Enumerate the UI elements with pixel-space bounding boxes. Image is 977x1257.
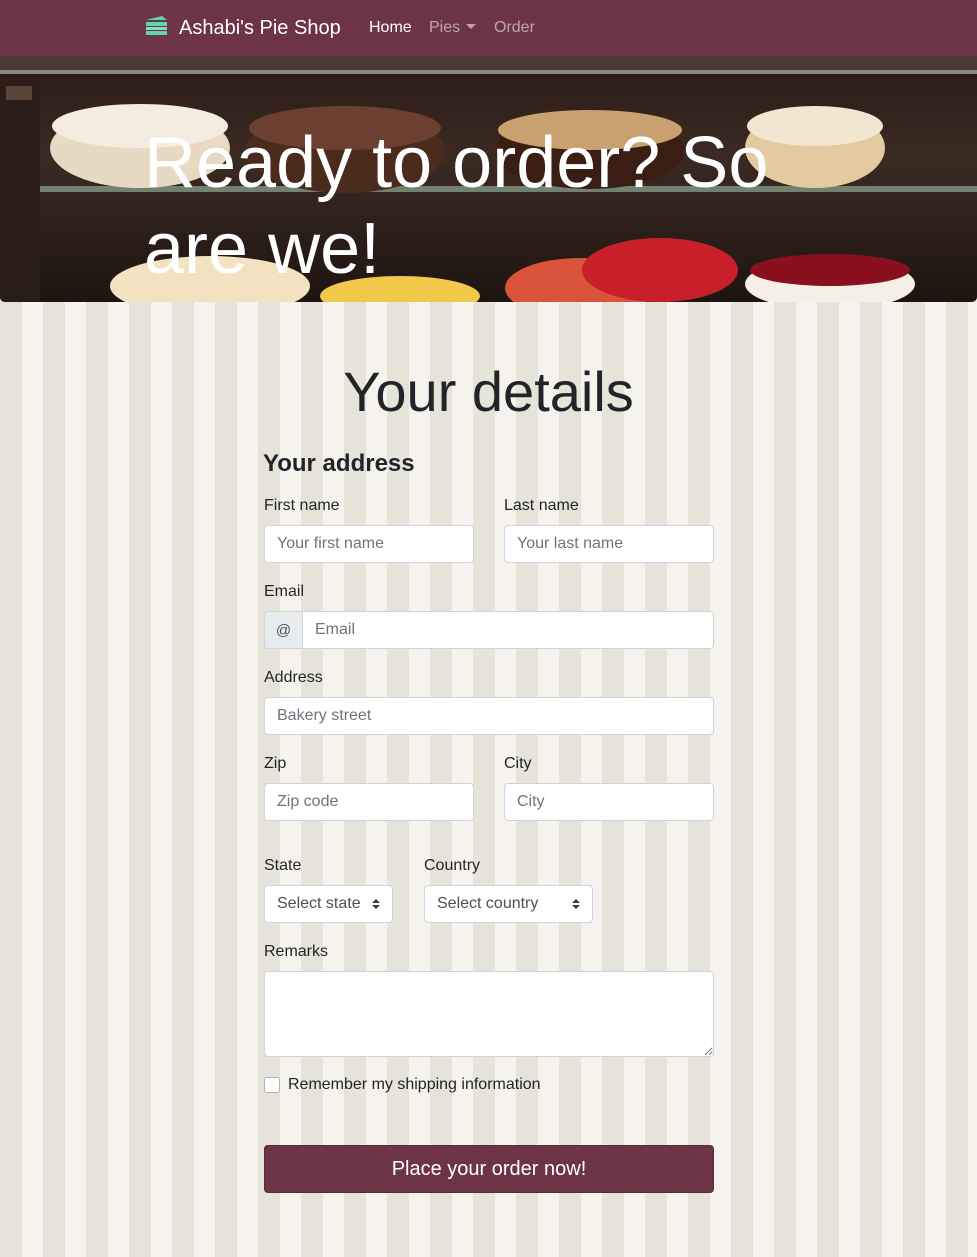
brand-link[interactable]: Ashabi's Pie Shop (144, 14, 341, 42)
country-label: Country (424, 857, 481, 874)
state-label: State (264, 857, 302, 874)
zip-label: Zip (264, 755, 287, 772)
navbar: Ashabi's Pie Shop Home Pies Order (0, 0, 977, 56)
remarks-textarea[interactable] (264, 971, 714, 1057)
email-input-group: @ (264, 611, 714, 649)
place-order-button[interactable]: Place your order now! (264, 1145, 714, 1193)
first-name-label: First name (264, 497, 340, 514)
nav-pies-label: Pies (429, 19, 461, 36)
first-name-input[interactable] (264, 525, 474, 563)
address-input[interactable] (264, 697, 714, 735)
hero-banner: Ready to order? So are we! (0, 56, 977, 302)
select-arrows-icon (372, 899, 380, 909)
country-select-value: Select country (437, 895, 539, 912)
nav-home[interactable]: Home (369, 18, 412, 38)
nav-pies-dropdown[interactable]: Pies (429, 18, 477, 38)
cake-icon (144, 14, 169, 42)
zip-input[interactable] (264, 783, 474, 821)
city-label: City (504, 755, 532, 772)
nav-order[interactable]: Order (494, 18, 535, 38)
address-label: Address (264, 669, 323, 686)
select-arrows-icon (572, 899, 580, 909)
remarks-label: Remarks (264, 943, 329, 960)
state-select-value: Select state (277, 895, 361, 912)
remember-checkbox[interactable] (264, 1077, 280, 1093)
email-label: Email (264, 583, 305, 600)
page-title: Your details (343, 360, 634, 423)
brand-name: Ashabi's Pie Shop (179, 16, 341, 39)
last-name-label: Last name (504, 497, 579, 514)
remember-label: Remember my shipping information (288, 1076, 541, 1093)
state-select[interactable]: Select state (264, 885, 393, 923)
at-sign-addon: @ (264, 611, 303, 649)
email-input[interactable] (303, 611, 714, 649)
hero-title: Ready to order? So are we! (144, 123, 769, 289)
section-title-address: Your address (263, 450, 415, 477)
city-input[interactable] (504, 783, 714, 821)
country-select[interactable]: Select country (424, 885, 593, 923)
chevron-down-icon (466, 24, 477, 29)
remember-row: Remember my shipping information (264, 1076, 541, 1094)
last-name-input[interactable] (504, 525, 714, 563)
